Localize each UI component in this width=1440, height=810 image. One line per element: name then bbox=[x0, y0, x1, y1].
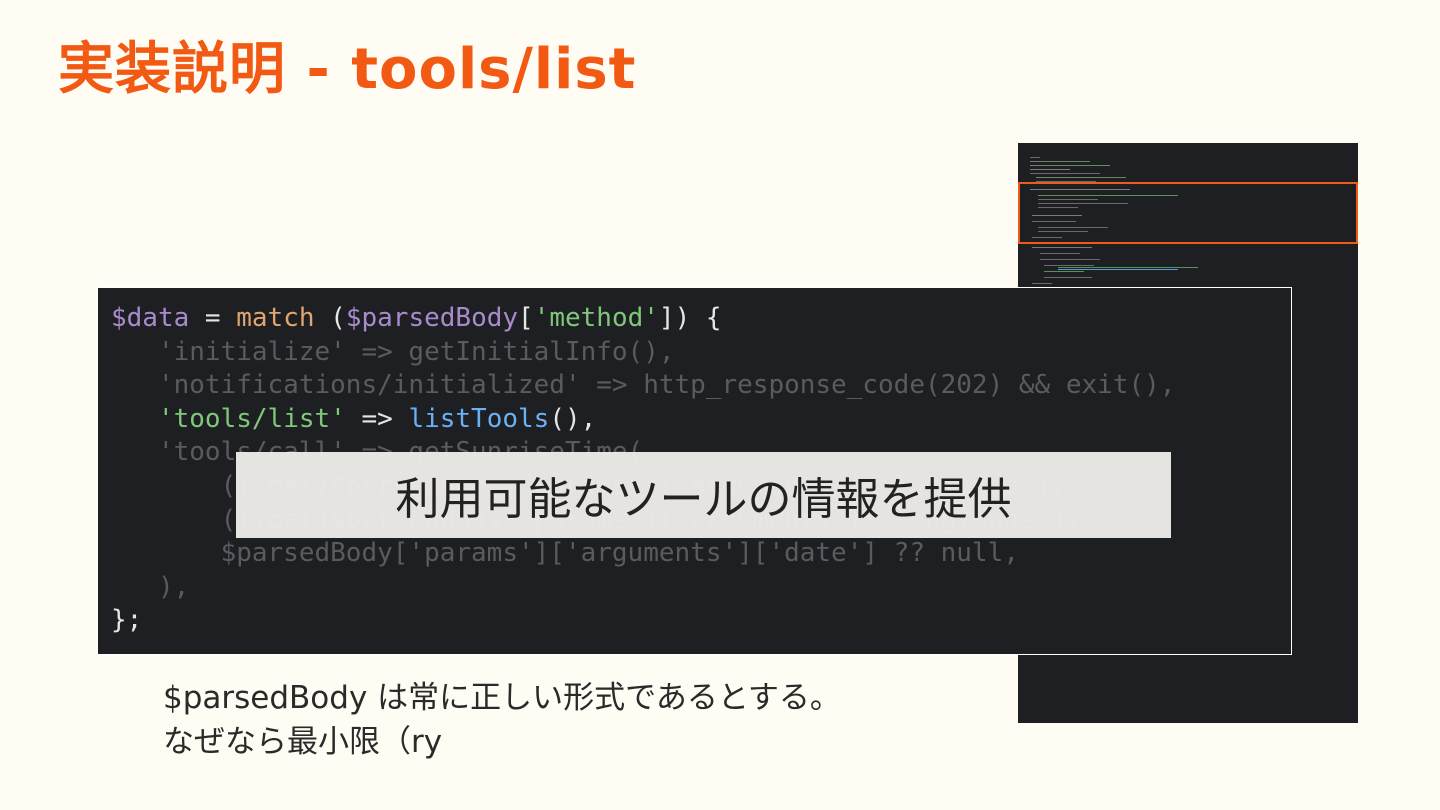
slide-title: 実装説明 - tools/list bbox=[58, 37, 637, 102]
minimap-highlight-box bbox=[1018, 182, 1358, 244]
code-line: ), bbox=[111, 571, 1175, 605]
code-token: 'initialize' => getInitialInfo(), bbox=[111, 336, 675, 367]
code-token: listTools bbox=[408, 403, 550, 434]
minimap-line bbox=[1030, 169, 1070, 170]
minimap-line bbox=[1032, 283, 1052, 284]
code-token: match bbox=[236, 303, 315, 333]
minimap-line bbox=[1030, 161, 1090, 162]
code-token: [ bbox=[518, 303, 534, 333]
minimap-line bbox=[1044, 265, 1094, 266]
code-line: $data = match ($parsedBody['method']) { bbox=[111, 302, 1175, 336]
minimap-line bbox=[1044, 271, 1084, 272]
code-token: $data bbox=[111, 303, 190, 333]
overlay-banner: 利用可能なツールの情報を提供 bbox=[236, 452, 1171, 538]
caption-line-1: $parsedBody は常に正しい形式であるとする。 bbox=[163, 680, 841, 716]
minimap-line bbox=[1036, 177, 1126, 178]
code-token: }; bbox=[111, 605, 143, 636]
overlay-text: 利用可能なツールの情報を提供 bbox=[395, 474, 1012, 525]
minimap-line bbox=[1030, 157, 1040, 158]
code-token: => bbox=[345, 403, 409, 434]
code-line: 'initialize' => getInitialInfo(), bbox=[111, 336, 1175, 370]
code-token: ), bbox=[111, 571, 190, 602]
code-token: (), bbox=[549, 403, 597, 434]
minimap-line bbox=[1032, 247, 1092, 248]
caption-line-2: なぜなら最小限（ry bbox=[163, 724, 443, 760]
minimap-line bbox=[1040, 259, 1100, 260]
code-token: $parsedBody['params']['arguments']['date… bbox=[111, 538, 1019, 569]
code-token: 'notifications/initialized' => http_resp… bbox=[111, 370, 1176, 401]
code-line: 'notifications/initialized' => http_resp… bbox=[111, 369, 1175, 403]
minimap-line bbox=[1040, 253, 1080, 254]
code-token: 'method' bbox=[533, 303, 659, 333]
minimap-line bbox=[1030, 165, 1110, 166]
minimap-line bbox=[1058, 269, 1178, 270]
code-token: = bbox=[189, 303, 237, 333]
code-line: 'tools/list' => listTools(), bbox=[111, 403, 1175, 437]
code-line: }; bbox=[111, 604, 1175, 638]
minimap-line bbox=[1030, 173, 1100, 174]
code-token: 'tools/list' bbox=[157, 403, 346, 434]
minimap-line bbox=[1044, 277, 1092, 278]
minimap-line bbox=[1058, 267, 1198, 268]
code-token: ]) { bbox=[658, 303, 722, 333]
code-token: ( bbox=[314, 303, 346, 333]
caption: $parsedBody は常に正しい形式であるとする。 なぜなら最小限（ry bbox=[163, 676, 841, 764]
code-token: $parsedBody bbox=[345, 303, 519, 333]
code-line: $parsedBody['params']['arguments']['date… bbox=[111, 537, 1175, 571]
